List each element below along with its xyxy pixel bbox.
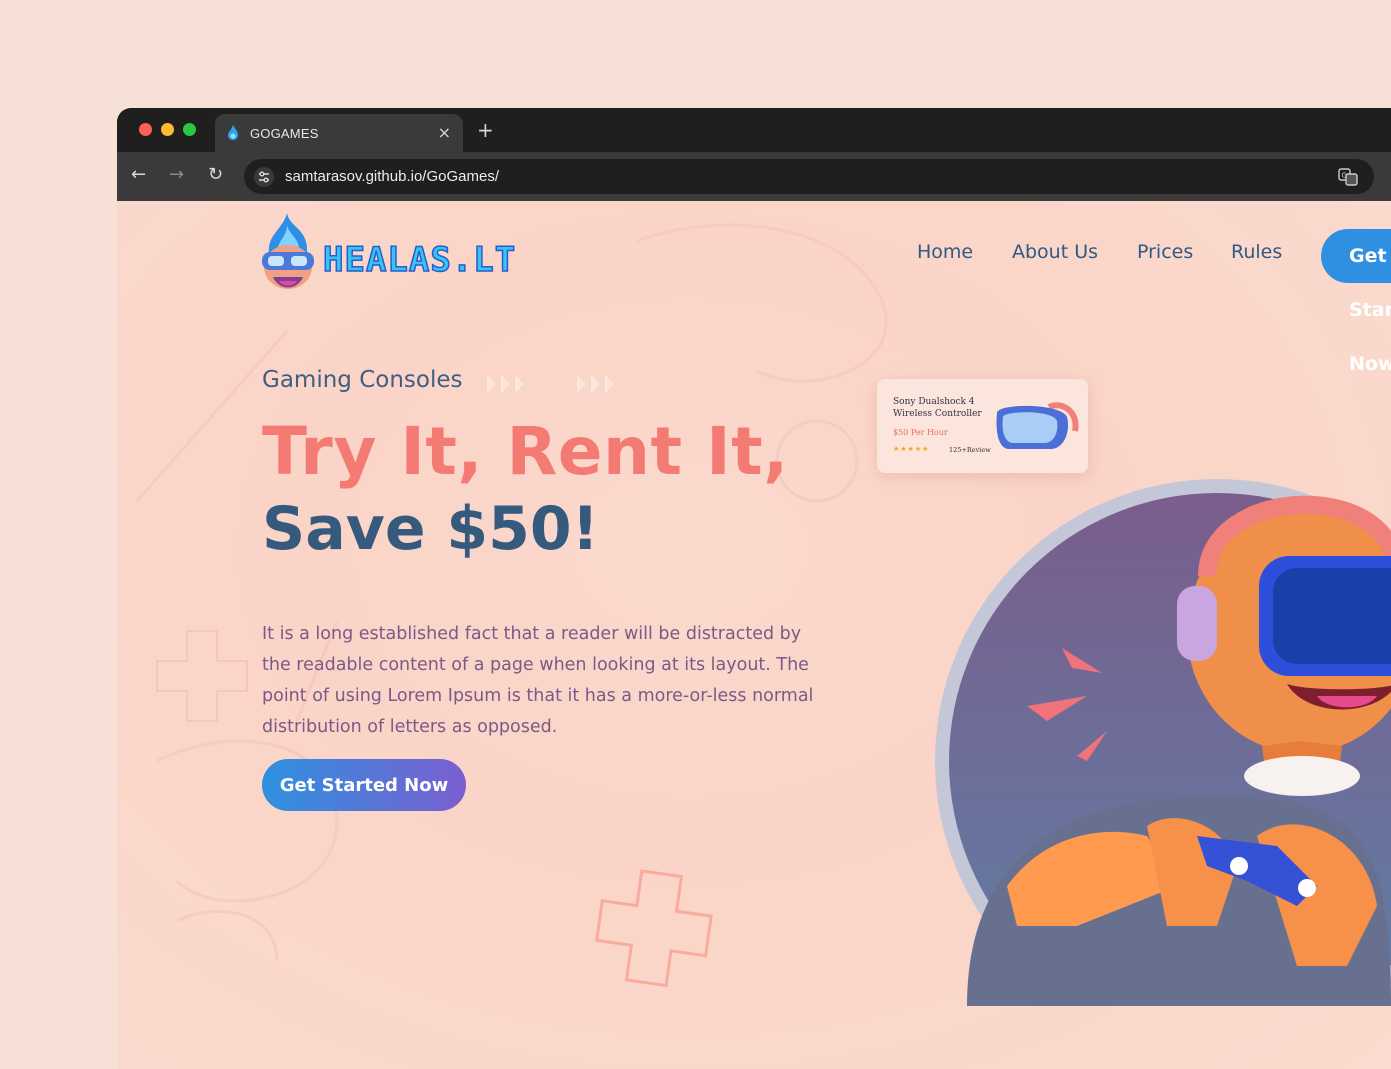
product-name: Sony Dualshock 4 Wireless Controller <box>893 397 982 419</box>
new-tab-button[interactable]: + <box>477 118 494 142</box>
hero-eyebrow: Gaming Consoles <box>262 367 463 393</box>
tab-gogames[interactable]: GOGAMES × <box>215 114 463 152</box>
reload-icon[interactable]: ↻ <box>208 164 223 185</box>
vr-headset-icon <box>996 402 1079 449</box>
back-icon[interactable]: ← <box>131 164 146 185</box>
nav-home[interactable]: Home <box>917 241 973 263</box>
svg-text:G: G <box>1342 172 1347 180</box>
page-content: HEALAS.LT Home About Us Prices Rules Get… <box>117 201 1391 1069</box>
hero-headline-secondary: Save $50! <box>262 494 600 564</box>
nav-about[interactable]: About Us <box>1012 241 1098 263</box>
hero-headline-primary: Try It, Rent It, <box>262 413 789 490</box>
site-settings-icon[interactable] <box>254 167 274 187</box>
flame-favicon-icon <box>228 125 238 140</box>
review-count: 125+Review <box>949 446 991 454</box>
product-price: $50 Per Hour <box>893 428 948 437</box>
minimize-window-button[interactable] <box>161 123 174 136</box>
tab-title: GOGAMES <box>250 126 319 141</box>
logo-wordmark: HEALAS.LT <box>323 240 516 280</box>
hero-description: It is a long established fact that a rea… <box>262 623 814 737</box>
get-started-button[interactable]: Get Started Now <box>262 759 466 811</box>
address-bar[interactable]: samtarasov.github.io/GoGames/ G <box>244 159 1374 194</box>
product-card[interactable]: Sony Dualshock 4 Wireless Controller $50… <box>877 379 1088 473</box>
close-window-button[interactable] <box>139 123 152 136</box>
nav-get-started-button[interactable]: Get Started Now <box>1321 229 1391 375</box>
nav-prices[interactable]: Prices <box>1137 241 1193 263</box>
maximize-window-button[interactable] <box>183 123 196 136</box>
forward-icon[interactable]: → <box>169 164 184 185</box>
browser-window: GOGAMES × + ← → ↻ samtarasov.github.io/G… <box>117 108 1391 1069</box>
logo-mascot-icon <box>262 213 314 289</box>
tab-close-icon[interactable]: × <box>438 123 451 142</box>
url-text[interactable]: samtarasov.github.io/GoGames/ <box>285 168 499 185</box>
nav-rules[interactable]: Rules <box>1231 241 1282 263</box>
site-logo[interactable]: HEALAS.LT <box>259 209 579 299</box>
toolbar: ← → ↻ samtarasov.github.io/GoGames/ G <box>117 152 1391 201</box>
rating-stars-icon: ★★★★★ <box>893 445 930 453</box>
translate-icon[interactable]: G <box>1338 167 1358 187</box>
tab-bar: GOGAMES × + <box>117 108 1391 152</box>
triple-arrow-icon <box>487 375 614 393</box>
